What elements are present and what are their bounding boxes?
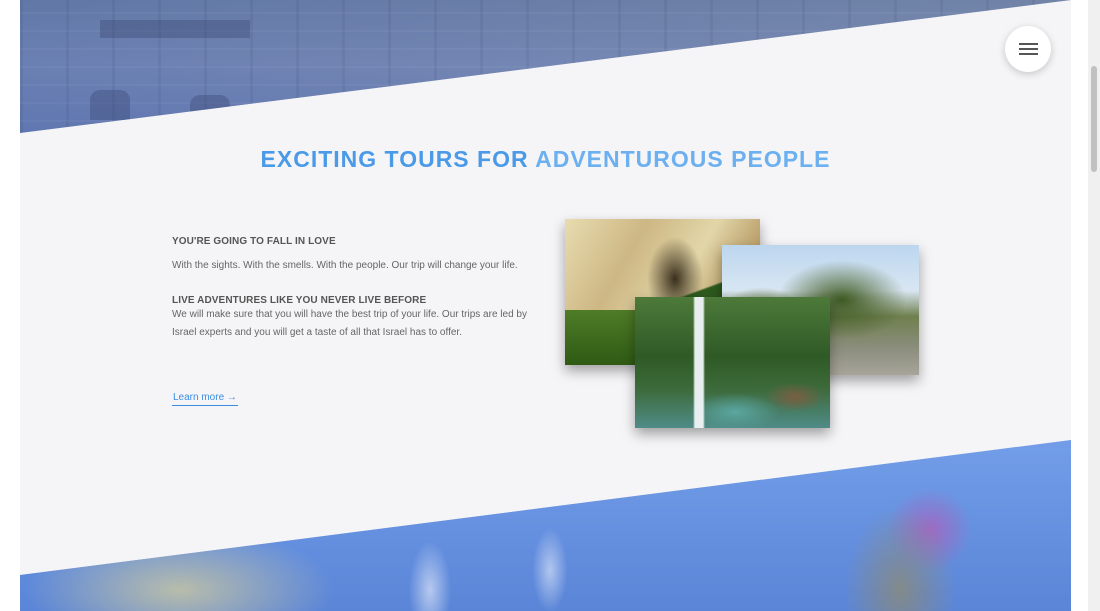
menu-button[interactable] [1005,26,1051,72]
hamburger-menu-icon [1019,53,1038,55]
feature-text: We will make sure that you will have the… [172,309,527,338]
feature-text-block: YOU'RE GOING TO FALL IN LOVE With the si… [172,236,532,342]
waterfall-photo [635,297,830,428]
feature-text: With the sights. With the smells. With t… [172,260,518,271]
feature-title: LIVE ADVENTURES LIKE YOU NEVER LIVE BEFO… [172,295,427,306]
hamburger-menu-icon [1019,43,1038,45]
top-hero-photo [20,0,1071,133]
hamburger-menu-icon [1019,48,1038,50]
bottom-market-photo [20,440,1071,611]
scrollbar-thumb[interactable] [1091,66,1097,172]
heading-part-light: ADVENTUROUS PEOPLE [535,146,831,172]
section-heading: EXCITING TOURS FOR ADVENTUROUS PEOPLE [20,146,1071,173]
heading-part-dark: EXCITING TOURS FOR [260,146,536,172]
learn-more-link[interactable]: Learn more → [172,392,238,406]
feature-title: YOU'RE GOING TO FALL IN LOVE [172,236,336,247]
page-content: EXCITING TOURS FOR ADVENTUROUS PEOPLE YO… [20,0,1071,611]
vertical-scrollbar[interactable] [1088,0,1100,611]
